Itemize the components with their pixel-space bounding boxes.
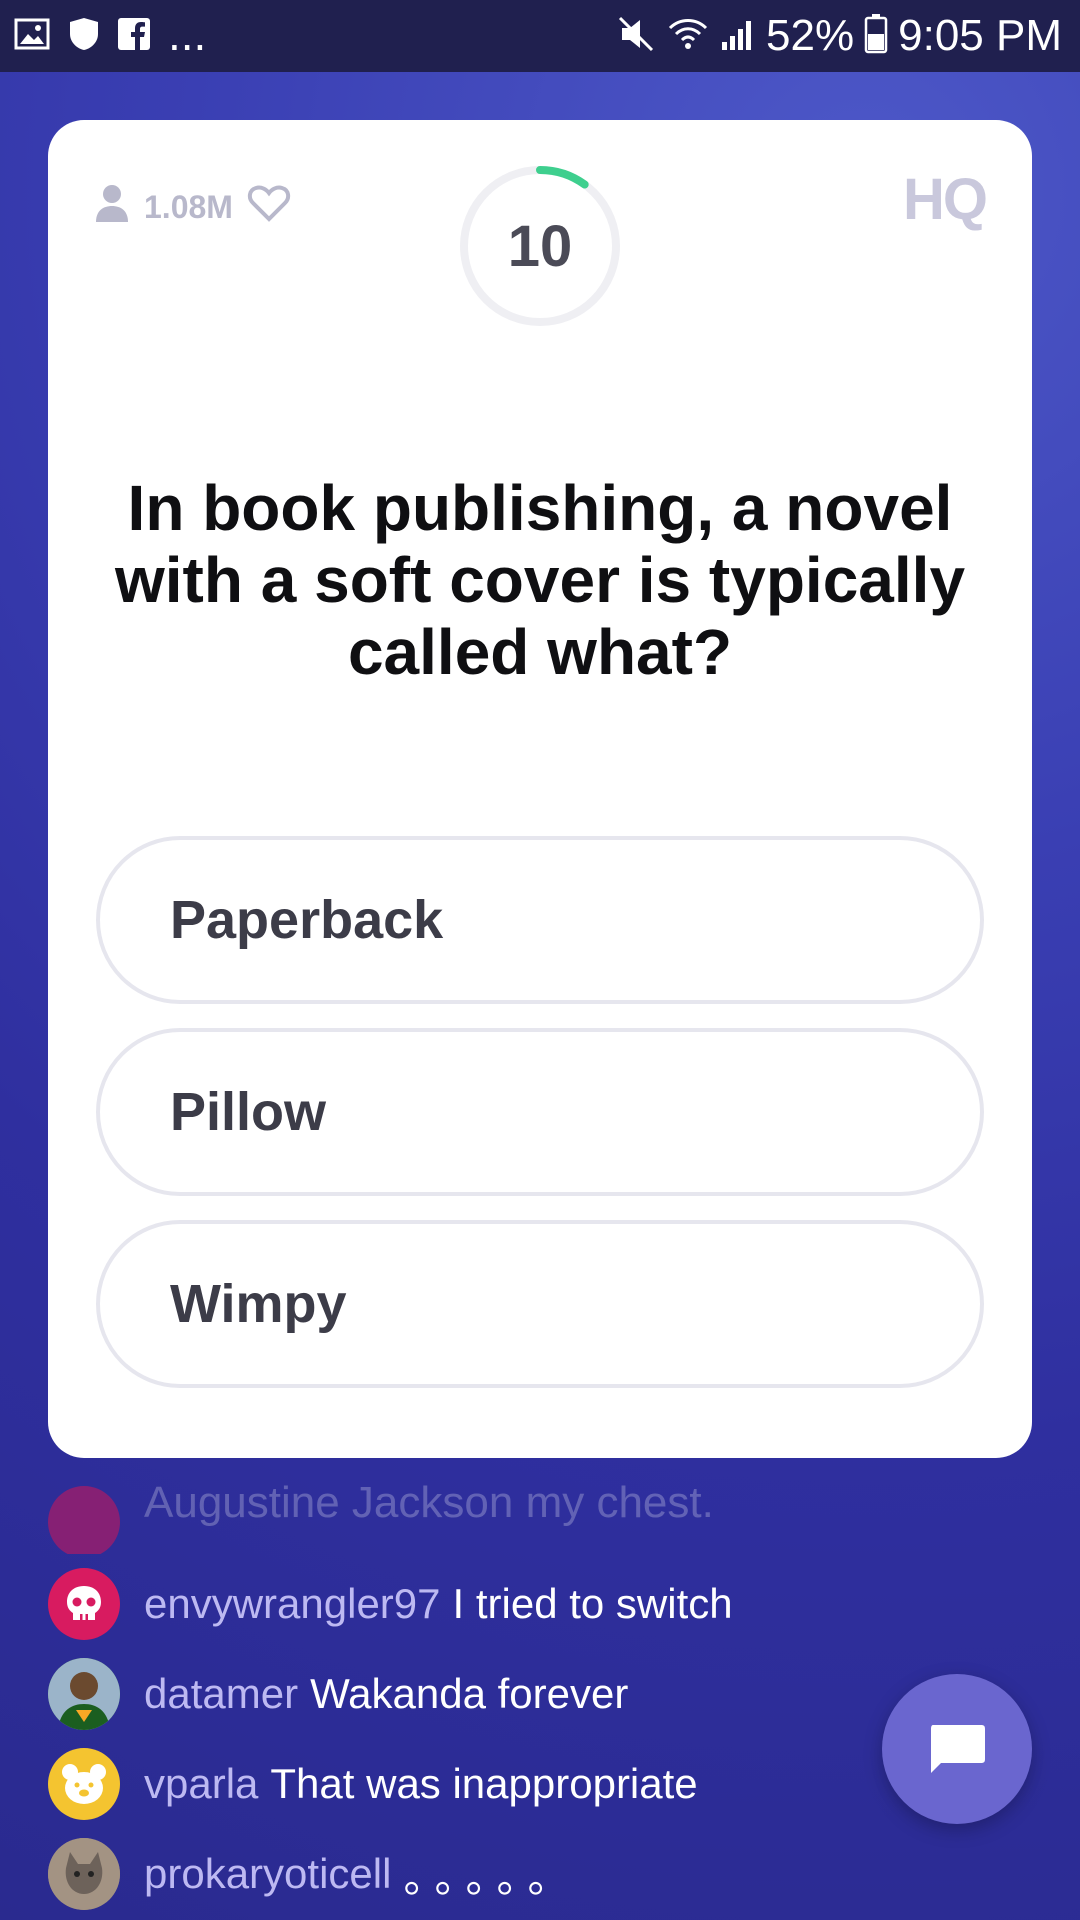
chat-message: prokaryoticell 。。。。。 bbox=[48, 1836, 579, 1912]
chat-username[interactable]: envywrangler97 bbox=[144, 1580, 441, 1628]
battery-icon bbox=[864, 13, 888, 59]
signal-icon bbox=[720, 16, 756, 57]
chat-faded-row: Augustine Jackson my chest. bbox=[0, 1458, 1080, 1554]
hq-logo: HQ bbox=[903, 167, 988, 232]
avatar[interactable] bbox=[48, 1568, 120, 1640]
user-photo-icon bbox=[48, 1658, 120, 1730]
answer-option-3[interactable]: Wimpy bbox=[96, 1220, 984, 1388]
chat-text: I tried to switch bbox=[452, 1580, 733, 1627]
shield-icon bbox=[68, 16, 100, 57]
question-text: In book publishing, a novel with a soft … bbox=[114, 472, 966, 688]
chat-message: envywrangler97 I tried to switch bbox=[48, 1566, 733, 1642]
clock: 9:05 PM bbox=[898, 11, 1062, 60]
avatar bbox=[48, 1486, 120, 1554]
chat-bubble-icon bbox=[931, 1725, 985, 1773]
chat-username[interactable]: datamer bbox=[144, 1670, 298, 1718]
chat-faded-message: Augustine Jackson my chest. bbox=[144, 1478, 714, 1527]
wifi-icon bbox=[666, 16, 710, 57]
answer-label: Wimpy bbox=[170, 1274, 347, 1334]
chat-text: Wakanda forever bbox=[310, 1670, 629, 1717]
answer-option-1[interactable]: Paperback bbox=[96, 836, 984, 1004]
question-card: 1.08M 10 HQ In book publishing, a novel … bbox=[48, 120, 1032, 1458]
chat-text: That was inappropriate bbox=[270, 1760, 698, 1807]
notification-overflow: ... bbox=[168, 7, 207, 60]
answer-label: Paperback bbox=[170, 890, 444, 950]
chat-username[interactable]: vparla bbox=[144, 1760, 258, 1808]
chat-message: datamer Wakanda forever bbox=[48, 1656, 628, 1732]
avatar[interactable] bbox=[48, 1658, 120, 1730]
answer-label: Pillow bbox=[170, 1082, 327, 1142]
chat-message: vparla That was inappropriate bbox=[48, 1746, 698, 1822]
battery-percent: 52% bbox=[766, 11, 855, 60]
viewer-count: 1.08M bbox=[144, 188, 233, 225]
chat-button[interactable] bbox=[882, 1674, 1032, 1824]
mute-icon bbox=[616, 14, 656, 59]
gallery-icon bbox=[14, 18, 50, 55]
countdown-timer: 10 bbox=[458, 164, 622, 328]
avatar[interactable] bbox=[48, 1838, 120, 1910]
facebook-icon bbox=[118, 18, 150, 55]
viewer-count-group: 1.08M bbox=[94, 182, 291, 232]
chat-text: 。。。。。 bbox=[403, 1853, 580, 1901]
avatar[interactable] bbox=[48, 1748, 120, 1820]
status-bar: ... 52% 9:05 PM bbox=[0, 0, 1080, 72]
heart-icon[interactable] bbox=[247, 183, 291, 231]
chat-username[interactable]: prokaryoticell bbox=[144, 1850, 391, 1898]
skull-icon bbox=[67, 1586, 101, 1620]
bear-icon bbox=[62, 1764, 106, 1804]
timer-number: 10 bbox=[507, 213, 573, 279]
cat-photo-icon bbox=[48, 1838, 120, 1910]
user-icon bbox=[94, 182, 130, 232]
answer-option-2[interactable]: Pillow bbox=[96, 1028, 984, 1196]
